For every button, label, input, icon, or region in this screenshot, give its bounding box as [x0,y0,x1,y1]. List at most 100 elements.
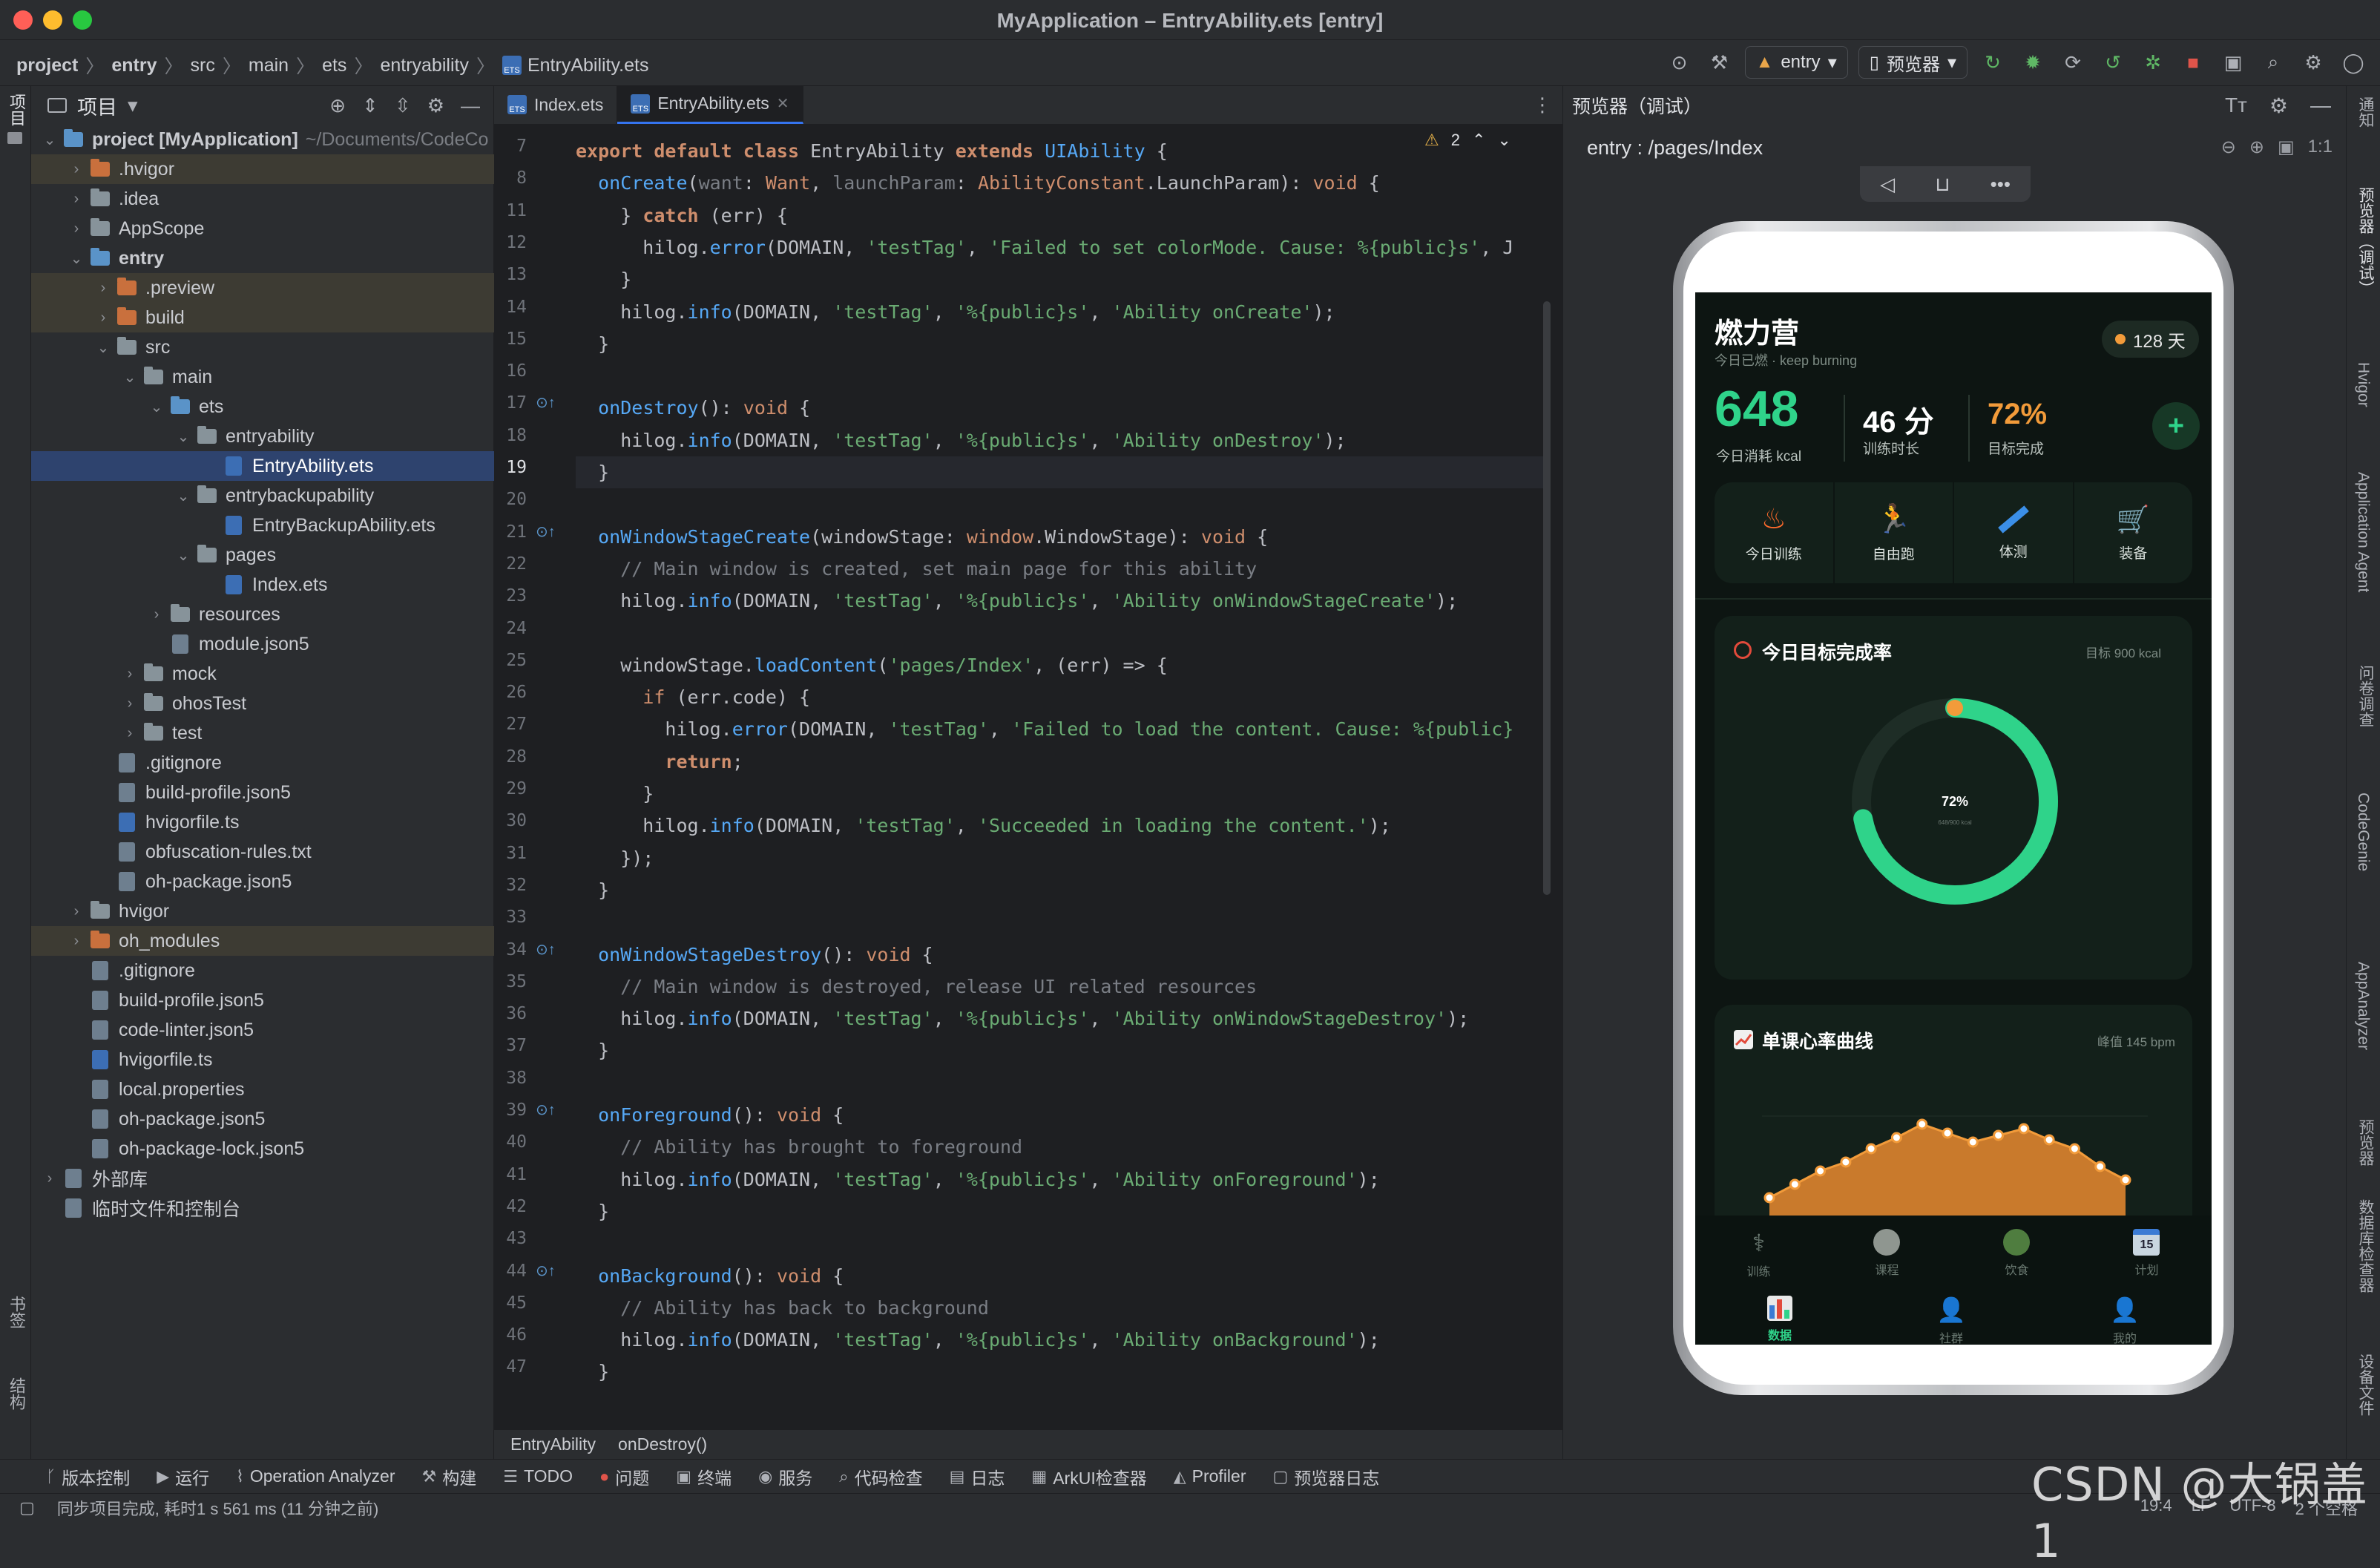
override-marker-icon[interactable]: ⊙↑ [536,393,556,412]
profile-icon[interactable]: ⟳ [2058,47,2088,77]
code-line[interactable]: // Main window is destroyed, release UI … [576,971,1257,1003]
tree-item[interactable]: EntryAbility.ets [31,451,494,481]
code-line[interactable]: onCreate(want: Want, launchParam: Abilit… [576,167,1380,199]
inspection-widget[interactable]: ⚠ 2 ⌃ ⌄ [1424,131,1511,150]
breadcrumb-project[interactable]: project [16,55,78,76]
close-tab-icon[interactable]: ✕ [777,94,789,113]
target-icon[interactable]: ⊙ [1665,47,1694,77]
tree-item[interactable]: oh-package.json5 [31,1104,494,1134]
locate-icon[interactable]: ⊕ [329,94,346,117]
tool-run[interactable]: ▶ 运行 [143,1464,223,1489]
tool-version-control[interactable]: ᚴ 版本控制 [0,1464,143,1489]
chevron-right-icon[interactable]: › [117,666,142,683]
tool-todo[interactable]: ☰ TODO [490,1466,586,1486]
code-line[interactable]: } [576,456,1548,489]
back-icon[interactable]: ◁ [1880,173,1895,196]
tree-item[interactable]: ⌄ entry [31,243,494,273]
breadcrumb-main[interactable]: main [249,55,289,76]
code-line[interactable]: hilog.info(DOMAIN, 'testTag', '%{public}… [576,1003,1469,1034]
streak-badge[interactable]: 128 天 [2102,321,2199,358]
quick-equipment[interactable]: 🛒 装备 [2074,482,2193,583]
tree-item[interactable]: › .idea [31,184,494,214]
tool-previewer-log[interactable]: ▢ 预览器日志 [1260,1464,1393,1489]
tree-item[interactable]: ⌄ src [31,332,494,362]
code-line[interactable]: } [576,1356,609,1388]
tree-item[interactable]: ⌄ entryability [31,421,494,451]
tree-item[interactable]: .gitignore [31,748,494,778]
code-line[interactable]: windowStage.loadContent('pages/Index', (… [576,649,1168,681]
tool-problems[interactable]: ● 问题 [586,1464,663,1489]
notifications-tool-tab[interactable]: 通知 [2354,96,2376,128]
next-highlight-icon[interactable]: ⌄ [1497,131,1510,150]
panel-toggle-icon[interactable]: ▢ [19,1498,35,1518]
chevron-right-icon[interactable]: › [64,161,89,178]
code-line[interactable]: hilog.info(DOMAIN, 'testTag', '%{public}… [576,424,1346,456]
tree-item[interactable]: oh-package.json5 [31,867,494,896]
code-line[interactable]: hilog.info(DOMAIN, 'testTag', '%{public}… [576,585,1458,617]
gear-icon[interactable]: ⚙ [427,94,444,117]
override-marker-icon[interactable]: ⊙↑ [536,522,556,541]
chevron-right-icon[interactable]: › [144,606,169,623]
tool-profiler[interactable]: ◭ Profiler [1160,1466,1260,1486]
chevron-down-icon[interactable]: ▾ [128,94,138,117]
fit-screen-icon[interactable]: ▣ [2278,137,2295,158]
previewer-tool-tab[interactable]: 预览器 [2354,1119,2376,1166]
attach-debugger-icon[interactable]: ✲ [2138,47,2168,77]
breadcrumb-entryability[interactable]: entryability [380,55,469,76]
tool-arkui-inspector[interactable]: ▦ ArkUI检查器 [1018,1464,1160,1489]
tool-operation-analyzer[interactable]: ⌇ Operation Analyzer [223,1466,408,1486]
override-marker-icon[interactable]: ⊙↑ [536,1262,556,1280]
tab-index-ets[interactable]: ETS Index.ets [494,85,618,124]
tree-item[interactable]: Index.ets [31,570,494,600]
tab-data[interactable]: 数据 [1767,1296,1793,1345]
code-line[interactable]: // Main window is created, set main page… [576,553,1257,585]
code-line[interactable]: } [576,874,609,906]
code-line[interactable]: return; [576,746,743,778]
tree-item[interactable]: EntryBackupAbility.ets [31,511,494,540]
code-line[interactable]: hilog.error(DOMAIN, 'testTag', 'Failed t… [576,232,1513,263]
chevron-down-icon[interactable]: ⌄ [91,338,116,357]
chevron-down-icon[interactable]: ⌄ [171,487,196,505]
debug-icon[interactable]: ✹ [2018,47,2048,77]
tree-item[interactable]: ⌄ entrybackupability [31,481,494,511]
code-line[interactable]: onWindowStageCreate(windowStage: window.… [576,521,1268,553]
chevron-right-icon[interactable]: › [91,309,116,327]
code-line[interactable]: } [576,263,631,295]
codegenie-tool-tab[interactable]: CodeGenie [2354,793,2372,871]
chevron-down-icon[interactable]: ⌄ [171,427,196,446]
tool-services[interactable]: ◉ 服务 [745,1464,826,1489]
tree-item[interactable]: hvigorfile.ts [31,807,494,837]
code-line[interactable]: } [576,778,654,810]
more-icon[interactable]: ••• [1991,173,2011,196]
font-size-icon[interactable]: Tт [2225,94,2247,118]
collapse-all-icon[interactable]: ⇳ [395,94,411,117]
chevron-right-icon[interactable]: › [64,933,89,950]
tree-item[interactable]: ⌄ ets [31,392,494,421]
tree-item[interactable]: 临时文件和控制台 [31,1193,494,1223]
application-agent-tool-tab[interactable]: Application Agent [2354,472,2372,592]
code-line[interactable]: onWindowStageDestroy(): void { [576,939,933,971]
status-message[interactable]: 同步项目完成, 耗时1 s 561 ms (11 分钟之前) [57,1496,379,1520]
chevron-right-icon[interactable]: › [64,220,89,237]
tab-entryability-ets[interactable]: ETS EntryAbility.ets ✕ [617,85,803,124]
chevron-right-icon[interactable]: › [117,725,142,742]
device-files-tool-tab[interactable]: 设备文件 [2354,1354,2376,1416]
code-line[interactable]: onBackground(): void { [576,1260,844,1292]
bookmarks-tool-tab[interactable]: 书签 [4,1296,28,1328]
code-line[interactable]: hilog.info(DOMAIN, 'testTag', '%{public}… [576,1164,1380,1195]
editor-scrollbar[interactable] [1543,301,1551,895]
tree-item[interactable]: local.properties [31,1075,494,1104]
quick-body-test[interactable]: 体测 [1954,482,2074,583]
code-line[interactable]: } [576,328,609,360]
device-selector[interactable]: ▯ 预览器 ▾ [1858,46,1968,79]
chevron-down-icon[interactable]: ⌄ [64,249,89,268]
breadcrumb-file[interactable]: EntryAbility.ets [527,55,648,76]
tree-item[interactable]: oh-package-lock.json5 [31,1134,494,1164]
tree-item[interactable]: obfuscation-rules.txt [31,837,494,867]
tree-item[interactable]: ⌄ main [31,362,494,392]
tree-item[interactable]: ⌄ project [MyApplication] ~/Documents/Code… [31,125,494,154]
code-line[interactable]: hilog.info(DOMAIN, 'testTag', '%{public}… [576,1324,1380,1356]
chevron-down-icon[interactable]: ⌄ [117,368,142,387]
breadcrumb-ets[interactable]: ets [322,55,346,76]
expand-all-icon[interactable]: ⇕ [362,94,378,117]
